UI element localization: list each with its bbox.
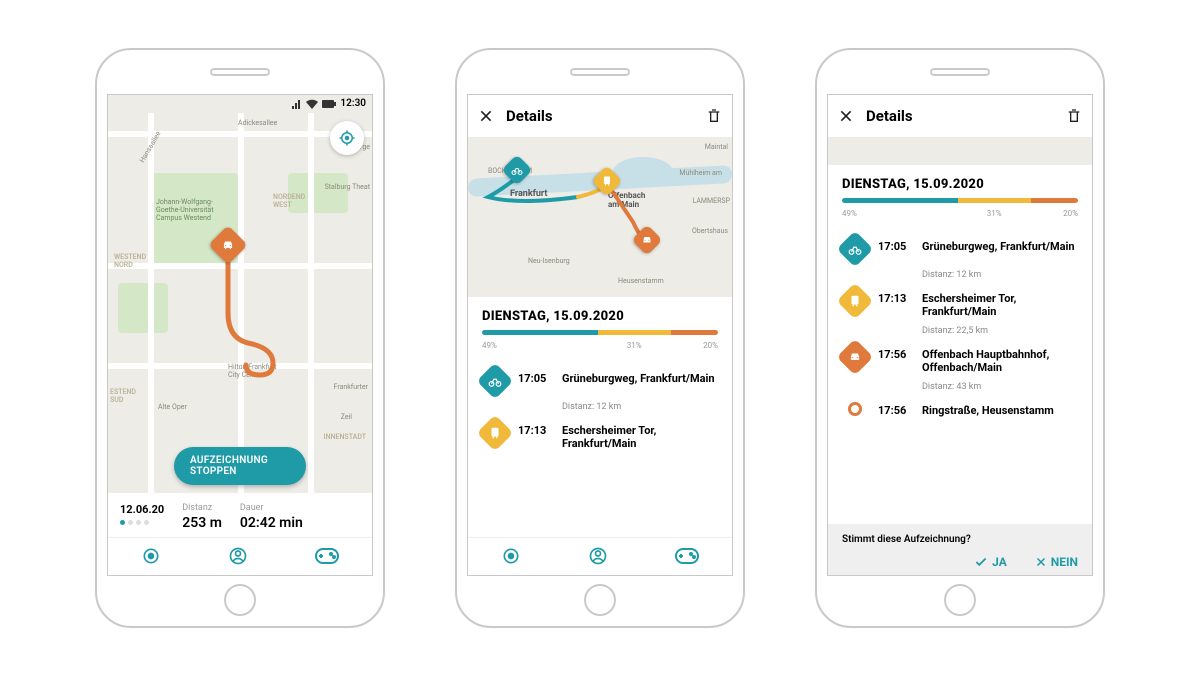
distance-row: Distanz: 12 km [482, 398, 718, 416]
details-header: Details [828, 95, 1092, 137]
map-sliver[interactable] [828, 137, 1092, 165]
timeline-row[interactable]: 17:13 Eschersheimer Tor, Frankfurt/Main [482, 416, 718, 454]
place: Eschersheimer Tor, Frankfurt/Main [922, 288, 1078, 318]
screen: Details Frankfurt Offenbach am Main Main… [467, 94, 733, 576]
route-path [468, 137, 732, 297]
delete-icon[interactable] [706, 107, 722, 125]
bike-icon [477, 362, 514, 399]
bottom-nav [108, 537, 372, 575]
delete-icon[interactable] [1066, 107, 1082, 125]
timeline-row[interactable]: 17:13 Eschersheimer Tor, Frankfurt/Main [842, 284, 1078, 322]
status-bar: 12:30 [108, 95, 372, 113]
phone-speaker [930, 68, 990, 76]
bike-icon [837, 230, 874, 267]
time: 17:56 [878, 400, 912, 417]
timeline-row[interactable]: 17:56 Ringstraße, Heusenstamm [842, 396, 1078, 421]
details-map[interactable]: Frankfurt Offenbach am Main Maintal BOCK… [468, 137, 732, 297]
nav-record-icon[interactable] [501, 546, 521, 566]
train-icon [837, 282, 874, 319]
locate-button[interactable] [330, 121, 364, 155]
distance-row: Distanz: 12 km [842, 266, 1078, 284]
phone-details-list: Details DIENSTAG, 15.09.2020 49%31%20% 1… [815, 48, 1105, 628]
screen: 12:30 Adickesallee Hansaallee Johann-Wol… [107, 94, 373, 576]
crosshair-icon [338, 129, 356, 147]
confirm-question: Stimmt diese Aufzeichnung? [842, 534, 1078, 545]
check-icon [974, 555, 988, 569]
place: Offenbach Hauptbahnhof, Offenbach/Main [922, 344, 1072, 374]
timeline-row[interactable]: 17:05 Grüneburgweg, Frankfurt/Main [482, 364, 718, 398]
phone-details-map: Details Frankfurt Offenbach am Main Main… [455, 48, 745, 628]
map[interactable]: Adickesallee Hansaallee Johann-Wolfgang-… [108, 113, 372, 493]
details-header: Details [468, 95, 732, 137]
phone-speaker [210, 68, 270, 76]
stats-card: 12.06.20 Distanz 253 m Dauer 02:42 min [108, 493, 372, 537]
dist-label: Distanz [182, 503, 222, 513]
endpoint-dot-icon [848, 402, 862, 416]
stop-recording-button[interactable]: AUFZEICHNUNG STOPPEN [174, 447, 306, 485]
phone-home-button[interactable] [224, 584, 256, 616]
segment-labels: 49%31%20% [482, 341, 718, 350]
time: 17:05 [518, 368, 552, 385]
timeline-row[interactable]: 17:56 Offenbach Hauptbahnhof, Offenbach/… [842, 340, 1078, 378]
wifi-icon [306, 99, 318, 109]
status-time: 12:30 [340, 98, 366, 109]
place: Eschersheimer Tor, Frankfurt/Main [562, 420, 718, 450]
close-icon[interactable] [478, 108, 494, 124]
car-icon [837, 338, 874, 375]
page-title: Details [866, 107, 913, 125]
nav-profile-icon[interactable] [588, 546, 608, 566]
nav-game-icon[interactable] [315, 548, 339, 564]
page-dots [120, 520, 164, 525]
timeline-row[interactable]: 17:05 Grüneburgweg, Frankfurt/Main [842, 232, 1078, 266]
time: 17:05 [878, 236, 912, 253]
distance-row: Distanz: 43 km [842, 378, 1078, 396]
segment-bar [482, 330, 718, 335]
no-button[interactable]: NEIN [1035, 555, 1078, 569]
x-icon [1035, 556, 1047, 568]
place: Grüneburgweg, Frankfurt/Main [922, 236, 1075, 253]
day-heading: DIENSTAG, 15.09.2020 [468, 297, 732, 328]
dur-label: Dauer [240, 503, 303, 513]
page-title: Details [506, 107, 553, 125]
confirm-footer: Stimmt diese Aufzeichnung? JA NEIN [828, 524, 1092, 575]
nav-game-icon[interactable] [675, 548, 699, 564]
route-path [108, 113, 372, 493]
segment-bar [842, 198, 1078, 203]
phone-home-button[interactable] [944, 584, 976, 616]
nav-record-icon[interactable] [141, 546, 161, 566]
screen: Details DIENSTAG, 15.09.2020 49%31%20% 1… [827, 94, 1093, 576]
dist-value: 253 m [182, 515, 222, 531]
phone-speaker [570, 68, 630, 76]
place: Ringstraße, Heusenstamm [922, 400, 1054, 417]
day-heading: DIENSTAG, 15.09.2020 [828, 165, 1092, 196]
dur-value: 02:42 min [240, 515, 303, 531]
nav-profile-icon[interactable] [228, 546, 248, 566]
time: 17:13 [878, 288, 912, 305]
segment-labels: 49%31%20% [842, 209, 1078, 218]
train-icon [477, 414, 514, 451]
distance-row: Distanz: 22,5 km [842, 322, 1078, 340]
time: 17:13 [518, 420, 552, 437]
time: 17:56 [878, 344, 912, 361]
bottom-nav [468, 537, 732, 575]
signal-icon [292, 99, 302, 109]
close-icon[interactable] [838, 108, 854, 124]
timeline: 17:05 Grüneburgweg, Frankfurt/Main Dista… [468, 360, 732, 537]
place: Grüneburgweg, Frankfurt/Main [562, 368, 715, 385]
yes-button[interactable]: JA [974, 555, 1007, 569]
stats-date: 12.06.20 [120, 503, 164, 516]
phone-tracking: 12:30 Adickesallee Hansaallee Johann-Wol… [95, 48, 385, 628]
timeline: 17:05 Grüneburgweg, Frankfurt/Main Dista… [828, 228, 1092, 524]
battery-icon [322, 100, 336, 108]
phone-home-button[interactable] [584, 584, 616, 616]
